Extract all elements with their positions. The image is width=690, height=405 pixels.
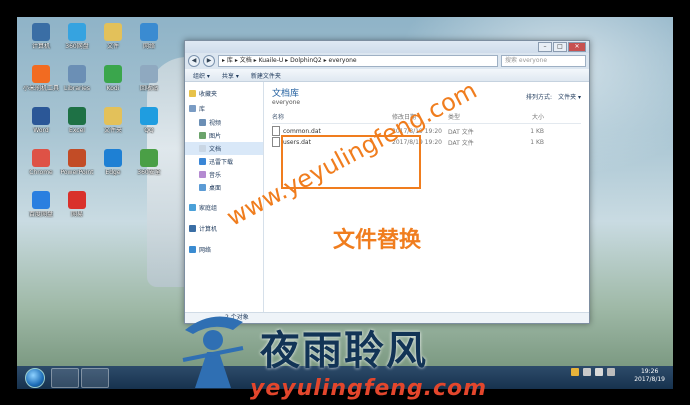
app-icon bbox=[104, 65, 122, 83]
arrange-by: 排列方式: 文件夹 ▾ bbox=[526, 92, 581, 101]
desktop-icon[interactable]: 网易 bbox=[55, 191, 99, 218]
music-icon bbox=[199, 171, 206, 178]
address-bar[interactable]: ▸ 库 ▸ 文档 ▸ Kuaile-U ▸ DolphinQ2 ▸ everyo… bbox=[218, 55, 498, 67]
file-name: common.dat bbox=[283, 127, 321, 135]
start-button[interactable] bbox=[25, 368, 45, 388]
title-bar[interactable]: – □ ✕ bbox=[185, 41, 589, 53]
app-icon bbox=[32, 107, 50, 125]
minimize-button[interactable]: – bbox=[538, 42, 552, 52]
nav-computer[interactable]: 计算机 bbox=[185, 221, 263, 236]
tray-icon[interactable] bbox=[583, 368, 591, 376]
desktop-icon-label: 网易 bbox=[70, 211, 83, 218]
desktop-icon bbox=[199, 184, 206, 191]
app-icon bbox=[32, 65, 50, 83]
file-size: 1 KB bbox=[530, 138, 544, 146]
app-icon bbox=[32, 191, 50, 209]
taskbar-item-app[interactable] bbox=[81, 368, 109, 388]
app-icon bbox=[140, 65, 158, 83]
app-icon bbox=[140, 149, 158, 167]
video-icon bbox=[199, 119, 206, 126]
system-tray bbox=[571, 368, 615, 376]
file-size: 1 KB bbox=[530, 127, 544, 135]
nav-lib-videos[interactable]: 视频 bbox=[185, 116, 263, 129]
column-size[interactable]: 大小 bbox=[504, 112, 544, 121]
nav-libraries[interactable]: 库 bbox=[185, 101, 263, 116]
arrange-dropdown[interactable]: 文件夹 ▾ bbox=[558, 92, 581, 101]
address-bar-row: ◀ ▶ ▸ 库 ▸ 文档 ▸ Kuaile-U ▸ DolphinQ2 ▸ ev… bbox=[185, 53, 589, 69]
desktop-icon-label: 360安全 bbox=[137, 169, 161, 176]
network-icon bbox=[189, 246, 196, 253]
brand-chinese-name: 夜雨聆风 bbox=[260, 328, 428, 374]
homegroup-icon bbox=[189, 204, 196, 211]
nav-lib-music[interactable]: 音乐 bbox=[185, 168, 263, 181]
nav-lib-documents[interactable]: 文档 bbox=[185, 142, 263, 155]
clock[interactable]: 19:26 2017/8/19 bbox=[634, 368, 665, 384]
forward-button[interactable]: ▶ bbox=[203, 55, 215, 67]
app-icon bbox=[32, 149, 50, 167]
app-icon bbox=[140, 107, 158, 125]
network-tray-icon[interactable] bbox=[607, 368, 615, 376]
desktop-icon[interactable]: QQ bbox=[127, 107, 171, 134]
computer-icon bbox=[189, 225, 196, 232]
star-icon bbox=[189, 90, 196, 97]
nav-lib-pictures[interactable]: 图片 bbox=[185, 129, 263, 142]
app-icon bbox=[104, 23, 122, 41]
brand-english-name: yeyulingfeng.com bbox=[250, 376, 488, 401]
document-icon bbox=[199, 145, 206, 152]
file-icon bbox=[272, 137, 280, 147]
command-bar: 组织 ▾ 共享 ▾ 新建文件夹 bbox=[185, 69, 589, 82]
share-button[interactable]: 共享 ▾ bbox=[222, 71, 239, 80]
app-icon bbox=[68, 65, 86, 83]
volume-icon[interactable] bbox=[595, 368, 603, 376]
app-icon bbox=[104, 107, 122, 125]
file-type: DAT 文件 bbox=[448, 128, 474, 136]
back-button[interactable]: ◀ bbox=[188, 55, 200, 67]
app-icon bbox=[140, 23, 158, 41]
app-icon bbox=[68, 149, 86, 167]
app-icon bbox=[68, 107, 86, 125]
app-icon bbox=[104, 149, 122, 167]
search-input[interactable]: 搜索 everyone bbox=[501, 55, 586, 67]
desktop-icon[interactable]: 网络 bbox=[127, 23, 171, 50]
library-icon bbox=[189, 105, 196, 112]
maximize-button[interactable]: □ bbox=[553, 42, 567, 52]
desktop-icon-label: 回收站 bbox=[139, 85, 158, 92]
desktop-icon[interactable]: 360安全 bbox=[127, 149, 171, 176]
file-icon bbox=[272, 126, 280, 136]
app-icon bbox=[32, 23, 50, 41]
desktop-icon[interactable]: 回收站 bbox=[127, 65, 171, 92]
clock-date: 2017/8/19 bbox=[634, 376, 665, 383]
app-icon bbox=[68, 191, 86, 209]
file-type: DAT 文件 bbox=[448, 139, 474, 147]
taskbar-item-explorer[interactable] bbox=[51, 368, 79, 388]
nav-network[interactable]: 网络 bbox=[185, 242, 263, 257]
desktop-icon-label: 网络 bbox=[142, 43, 155, 50]
clock-time: 19:26 bbox=[640, 368, 659, 375]
organize-button[interactable]: 组织 ▾ bbox=[193, 71, 210, 80]
desktop-icon-label: QQ bbox=[144, 127, 154, 134]
app-icon bbox=[68, 23, 86, 41]
column-name[interactable]: 名称 bbox=[272, 112, 392, 121]
caption-text: 文件替换 bbox=[333, 228, 422, 253]
nav-lib-thunder[interactable]: 迅雷下载 bbox=[185, 155, 263, 168]
brand-logo-icon bbox=[182, 316, 244, 388]
picture-icon bbox=[199, 132, 206, 139]
nav-favorites[interactable]: 收藏夹 bbox=[185, 86, 263, 101]
tray-icon[interactable] bbox=[571, 368, 579, 376]
close-button[interactable]: ✕ bbox=[568, 42, 586, 52]
download-icon bbox=[199, 158, 206, 165]
new-folder-button[interactable]: 新建文件夹 bbox=[251, 71, 281, 80]
